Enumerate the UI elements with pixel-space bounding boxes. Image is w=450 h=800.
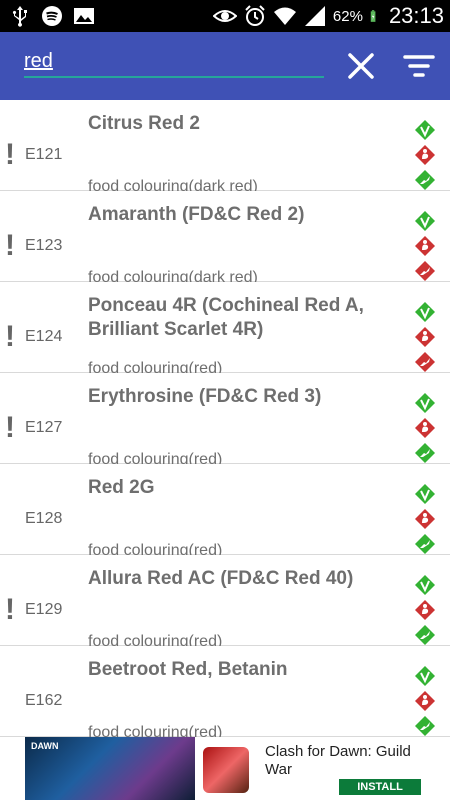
warning-icon: ! <box>5 229 15 262</box>
warning-icon <box>5 504 15 534</box>
filter-icon[interactable] <box>401 48 437 84</box>
pregnancy-icon <box>414 508 436 530</box>
list-item[interactable]: ! E127 Erythrosine (FD&C Red 3) food colour… <box>0 373 450 468</box>
ad-image-label: DAWN <box>31 741 59 751</box>
app-root: 62% 23:13 !E121Citrus Red 2food colourin… <box>0 0 450 800</box>
e-number: E124 <box>25 328 63 345</box>
diet-badges <box>414 665 438 737</box>
alarm-icon <box>245 5 265 26</box>
usb-icon <box>12 6 27 27</box>
vegetarian-icon <box>414 260 436 282</box>
additive-name: Citrus Red 2 <box>88 113 200 134</box>
warning-icon: ! <box>5 411 15 444</box>
additive-name: Allura Red AC (FD&C Red 40) <box>88 568 354 589</box>
list-item[interactable]: E162 Beetroot Red, Betanin food colouring(… <box>0 646 450 741</box>
vegetarian-icon <box>414 169 436 191</box>
additive-name: Red 2G <box>88 477 155 498</box>
vegetarian-icon <box>414 533 436 555</box>
additive-name: Erythrosine (FD&C Red 3) <box>88 386 322 407</box>
diet-badges <box>414 301 438 373</box>
additive-name: Amaranth (FD&C Red 2) <box>88 204 305 225</box>
wifi-icon <box>273 7 296 25</box>
e-number: E129 <box>25 601 63 618</box>
vegan-icon <box>414 301 436 323</box>
list-item[interactable]: ! E121 Citrus Red 2 food colouring(dark red… <box>0 100 450 195</box>
vegan-icon <box>414 119 436 141</box>
diet-badges <box>414 483 438 555</box>
close-icon[interactable] <box>343 48 379 84</box>
pregnancy-icon <box>414 599 436 621</box>
e-number: E128 <box>25 510 63 527</box>
e-number: E121 <box>25 146 63 163</box>
toolbar <box>0 32 450 100</box>
eye-icon <box>212 10 237 22</box>
vegetarian-icon <box>414 351 436 373</box>
vegetarian-icon <box>414 624 436 646</box>
diet-badges <box>414 574 438 646</box>
pregnancy-icon <box>414 144 436 166</box>
vegan-icon <box>414 210 436 232</box>
list-item[interactable]: ! E123 Amaranth (FD&C Red 2) food colouring… <box>0 191 450 286</box>
diet-badges <box>414 119 438 191</box>
clock: 23:13 <box>388 3 444 28</box>
vegan-icon <box>414 392 436 414</box>
list-item[interactable]: E128 Red 2G food colouring(red) <box>0 464 450 559</box>
search-underline <box>24 76 324 78</box>
additive-name: Beetroot Red, Betanin <box>88 659 288 680</box>
list-item[interactable]: ! E124 Ponceau 4R (Cochineal Red A, Brilli… <box>0 282 450 377</box>
ad-install-button[interactable]: INSTALL <box>339 779 421 795</box>
diet-badges <box>414 392 438 464</box>
pregnancy-icon <box>414 417 436 439</box>
additive-name: Ponceau 4R (Cochineal Red A, Brilliant S… <box>88 295 364 340</box>
pregnancy-icon <box>414 326 436 348</box>
warning-icon <box>5 686 15 716</box>
status-bar-notifications <box>8 4 96 28</box>
additive-list[interactable]: ! E121 Citrus Red 2 food colouring(dark red… <box>0 100 450 800</box>
search-input[interactable] <box>24 46 324 76</box>
e-number: E162 <box>25 692 63 709</box>
e-number: E127 <box>25 419 63 436</box>
warning-icon: ! <box>5 593 15 626</box>
pregnancy-icon <box>414 690 436 712</box>
ad-app-icon[interactable] <box>203 747 249 793</box>
status-bar: 62% 23:13 <box>0 0 450 32</box>
diet-badges <box>414 210 438 282</box>
list-item[interactable]: ! E129 Allura Red AC (FD&C Red 40) food col… <box>0 555 450 650</box>
ad-image[interactable]: DAWN <box>25 737 195 800</box>
vegan-icon <box>414 665 436 687</box>
ad-title[interactable]: Clash for Dawn: Guild War <box>265 743 425 779</box>
warning-icon: ! <box>5 138 15 171</box>
image-icon <box>74 8 94 24</box>
battery-percent: 62% <box>332 7 363 25</box>
vegan-icon <box>414 574 436 596</box>
e-number: E123 <box>25 237 63 254</box>
spotify-icon <box>42 6 62 26</box>
warning-icon: ! <box>5 320 15 353</box>
vegetarian-icon <box>414 442 436 464</box>
vegetarian-icon <box>414 715 436 737</box>
vegan-icon <box>414 483 436 505</box>
pregnancy-icon <box>414 235 436 257</box>
status-bar-system: 62% 23:13 <box>212 2 444 30</box>
signal-icon <box>304 6 325 26</box>
battery-icon <box>370 10 376 22</box>
ad-banner[interactable]: DAWN Clash for Dawn: Guild War INSTALL <box>25 737 425 800</box>
